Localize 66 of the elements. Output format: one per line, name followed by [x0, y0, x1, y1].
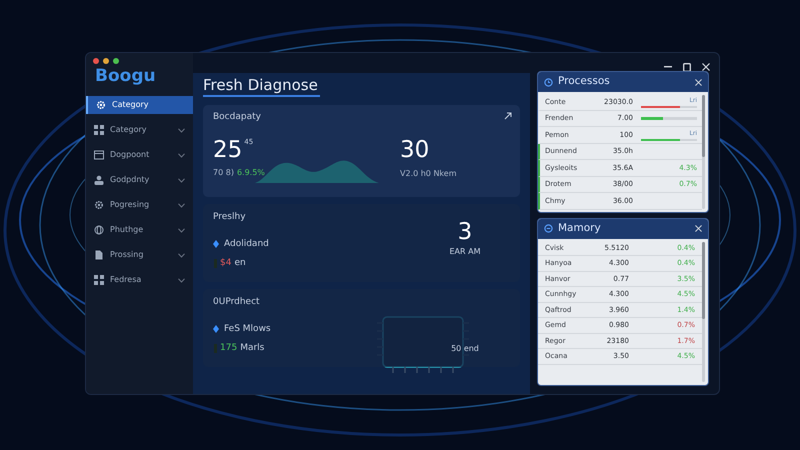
stat-label: Marls	[240, 342, 264, 355]
gear-icon	[94, 200, 104, 210]
chevron-icon	[178, 178, 185, 182]
metric-caption: V2.0 h0 Nkem	[400, 168, 458, 180]
metric-value: 3	[458, 219, 472, 245]
sidebar-label: Prossing	[110, 249, 144, 261]
sidebar-item[interactable]: Dogpoont	[86, 146, 193, 164]
item-label: FeS Mlows	[224, 322, 271, 336]
sidebar-item[interactable]: Prossing	[86, 246, 193, 264]
status-bar-icon	[214, 344, 217, 354]
close-icon[interactable]	[695, 225, 702, 232]
gear-icon	[96, 100, 106, 110]
sidebar-label: Pogresing	[110, 199, 150, 211]
metric-caption: EAR AM	[449, 246, 480, 258]
app-logo: Boogu	[95, 65, 157, 87]
sidebar-item[interactable]: Pogresing	[86, 196, 193, 214]
window-icon	[94, 150, 104, 160]
sidebar-item[interactable]: Fedresa	[86, 271, 193, 289]
grid-icon	[94, 125, 104, 135]
card-title: Preslhy	[213, 211, 247, 224]
chevron-icon	[178, 202, 185, 208]
panel-title: Mamory	[558, 220, 602, 236]
sidebar-label: Godpdnty	[110, 174, 150, 186]
chevron-icon	[178, 152, 185, 158]
card-title: Bocdapaty	[213, 111, 262, 124]
sidebar-item[interactable]: Godpdnty	[86, 171, 193, 189]
metric-caption: 50 end	[451, 343, 479, 355]
card-title: 0UPrdhect	[213, 296, 261, 309]
maximize-icon[interactable]	[683, 62, 691, 72]
sidebar-label: Category	[110, 124, 148, 136]
minus-circle-icon	[544, 224, 553, 233]
diamond-icon	[213, 325, 219, 334]
minimize-icon[interactable]	[664, 66, 672, 68]
stat-label: en	[234, 257, 246, 270]
metric-caption: 70 8)	[213, 166, 234, 178]
document-icon	[94, 250, 104, 260]
scrollbar[interactable]	[702, 95, 705, 208]
sidebar-item[interactable]: Category	[86, 96, 193, 114]
panel-title: Processos	[558, 74, 611, 90]
person-icon	[94, 175, 104, 185]
sidebar-label: Fedresa	[110, 274, 142, 286]
sidebar-label: Dogpoont	[110, 149, 150, 161]
globe-icon	[94, 225, 104, 235]
clock-icon	[544, 78, 553, 86]
sidebar-item[interactable]: Category	[86, 121, 193, 139]
chevron-icon	[178, 128, 185, 132]
metric-value: 25	[213, 136, 242, 162]
grid-icon	[94, 275, 104, 285]
chevron-icon	[178, 278, 185, 282]
close-icon[interactable]	[695, 78, 702, 86]
sidebar-label: Phuthge	[110, 224, 144, 236]
metric-value: 30	[400, 137, 430, 163]
page-title: Fresh Diagnose	[203, 75, 320, 97]
sidebar-item[interactable]: Phuthge	[86, 221, 193, 239]
sidebar-label: Category	[112, 99, 150, 111]
metric-delta: 6.9.5%	[236, 166, 265, 178]
stat-number: 175	[220, 342, 238, 355]
scrollbar[interactable]	[702, 242, 705, 382]
stat-number: $4	[220, 257, 232, 270]
status-bar-icon	[214, 259, 217, 268]
expand-icon[interactable]	[504, 112, 512, 120]
diamond-icon	[213, 240, 219, 248]
close-icon[interactable]	[702, 63, 710, 71]
item-label: Adolidand	[224, 238, 269, 250]
chevron-icon	[178, 228, 185, 232]
chevron-icon	[178, 252, 185, 258]
